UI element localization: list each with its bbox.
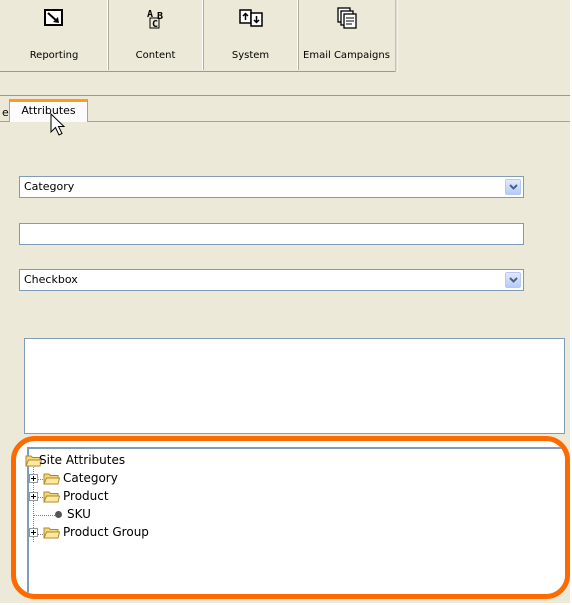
tree-root-label: Site Attributes (39, 453, 126, 467)
attribute-name-input[interactable] (19, 223, 524, 245)
toolbar-shadow (395, 0, 398, 72)
reporting-icon (44, 9, 63, 26)
attribute-tree[interactable]: Site Attributes Category Product SKU Pro… (25, 447, 565, 594)
tree-item-label: SKU (67, 507, 91, 521)
tab-attributes[interactable]: Attributes (9, 99, 88, 122)
highlight-ring: Site Attributes Category Product SKU Pro… (11, 436, 570, 599)
tree-item-label: Category (63, 471, 118, 485)
expand-icon[interactable] (29, 474, 38, 483)
content-button[interactable]: A B C Content (108, 0, 204, 70)
attribute-type-value: Category (24, 180, 75, 193)
system-icon (238, 9, 263, 27)
attribute-type-select[interactable]: Category (19, 176, 524, 198)
description-textarea[interactable] (24, 338, 565, 434)
system-label: System (231, 50, 270, 61)
main-toolbar: Reporting A B C Content System Email Cam… (0, 0, 396, 72)
tree-item-label: Product (63, 489, 109, 503)
tab-baseline (88, 121, 570, 122)
mouse-pointer-icon (50, 113, 66, 136)
email-campaigns-icon (336, 7, 357, 29)
reporting-label: Reporting (29, 50, 79, 61)
control-type-select[interactable]: Checkbox (19, 269, 524, 291)
system-button[interactable]: System (203, 0, 299, 70)
toolbar-divider (0, 95, 570, 96)
control-type-value: Checkbox (24, 273, 78, 286)
folder-icon (43, 473, 60, 485)
leaf-node-icon (55, 511, 62, 518)
email-campaigns-button[interactable]: Email Campaigns (298, 0, 395, 70)
chevron-down-icon[interactable] (505, 272, 521, 288)
content-label: Content (135, 50, 176, 61)
expand-icon[interactable] (29, 528, 38, 537)
expand-icon[interactable] (29, 492, 38, 501)
content-icon: A B C (147, 9, 163, 30)
email-campaigns-label: Email Campaigns (303, 50, 390, 61)
tree-item-label: Product Group (63, 525, 149, 539)
tree-connector (33, 515, 55, 516)
folder-icon (43, 491, 60, 503)
folder-icon (43, 527, 60, 539)
reporting-button[interactable]: Reporting (0, 0, 109, 70)
chevron-down-icon[interactable] (505, 179, 521, 195)
